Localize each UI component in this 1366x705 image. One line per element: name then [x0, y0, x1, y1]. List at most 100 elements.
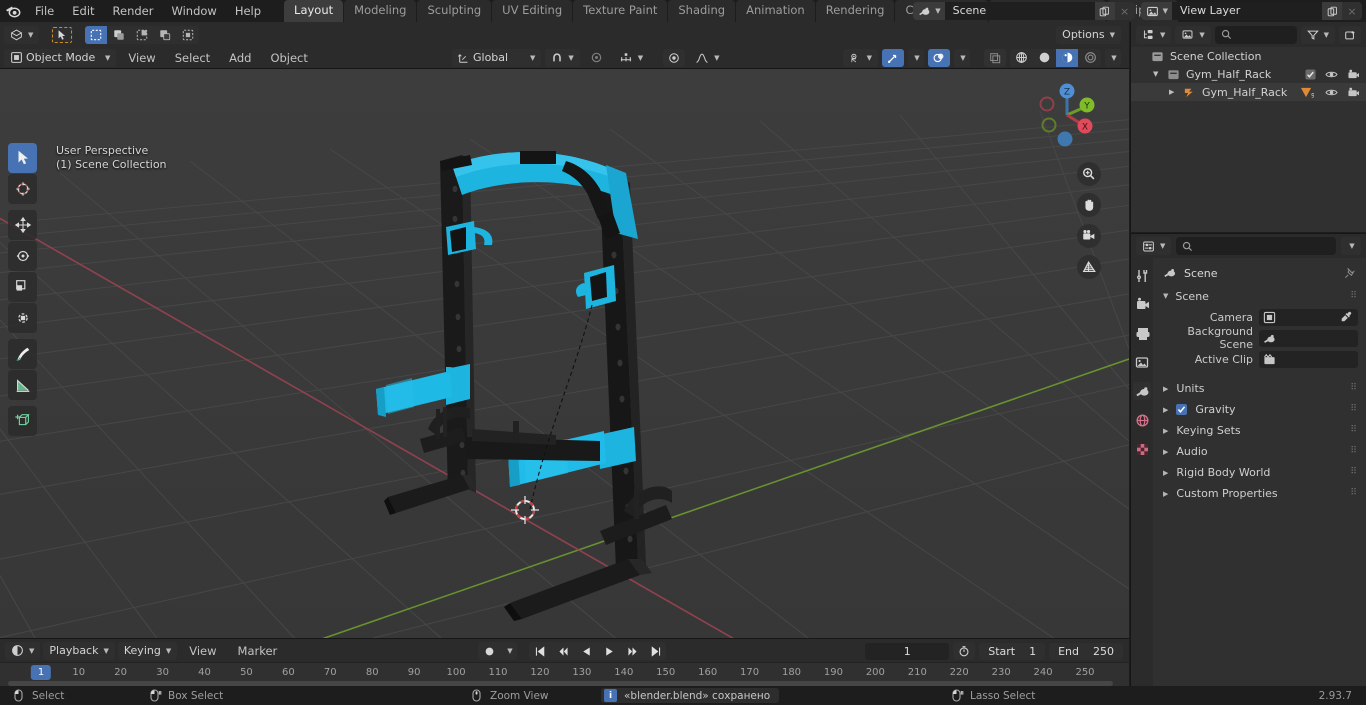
- auto-keying-options-button[interactable]: ▼: [501, 642, 517, 660]
- scene-tab[interactable]: [1133, 382, 1151, 400]
- object-visibility-button[interactable]: ▼: [842, 48, 878, 67]
- panel-audio[interactable]: ▶ Audio ⠿: [1153, 441, 1366, 462]
- outliner-new-collection-button[interactable]: [1339, 25, 1361, 44]
- tool-tab[interactable]: [1133, 266, 1151, 284]
- modifier-badge[interactable]: 9: [1299, 86, 1314, 99]
- disable-in-renders-camera-icon[interactable]: [1347, 87, 1360, 98]
- outliner-row-gym-half-rack-2[interactable]: ▶ Gym_Half_Rack 9: [1131, 83, 1366, 101]
- timeline-menu-keying[interactable]: Keying ▼: [117, 641, 178, 660]
- toggle-perspective-button[interactable]: [1077, 255, 1101, 279]
- property-value-field[interactable]: [1259, 329, 1358, 347]
- top-menu-help[interactable]: Help: [226, 1, 270, 21]
- shading-wireframe-button[interactable]: [1010, 49, 1032, 67]
- unlink-scene-button[interactable]: ×: [1114, 2, 1135, 20]
- panel-custom-properties[interactable]: ▶ Custom Properties ⠿: [1153, 483, 1366, 504]
- move-tool[interactable]: [8, 210, 37, 240]
- properties-editor-type-button[interactable]: ▼: [1136, 237, 1172, 255]
- top-menu-file[interactable]: File: [26, 1, 63, 21]
- top-menu-edit[interactable]: Edit: [63, 1, 103, 21]
- viewport-menu-view[interactable]: View: [119, 48, 164, 68]
- gizmo-options-button[interactable]: ▼: [908, 48, 924, 67]
- property-value-field[interactable]: [1259, 308, 1358, 326]
- blender-logo-icon[interactable]: [0, 3, 26, 19]
- remove-view-layer-button[interactable]: ×: [1342, 2, 1362, 20]
- select-difference-button[interactable]: [154, 26, 176, 44]
- disable-in-renders-camera-icon[interactable]: [1347, 69, 1360, 80]
- outliner-display-mode-button[interactable]: ▼: [1175, 25, 1211, 44]
- overlays-options-button[interactable]: ▼: [954, 48, 970, 67]
- scene-panel-header[interactable]: ▼ Scene ⠿: [1153, 286, 1366, 306]
- use-preview-range-button[interactable]: [953, 642, 976, 660]
- timeline-menu-marker[interactable]: Marker: [229, 641, 287, 661]
- mode-selector[interactable]: Object Mode ▼: [4, 48, 117, 67]
- outliner-editor-type-button[interactable]: ▼: [1136, 25, 1172, 44]
- panel-enable-checkbox[interactable]: [1176, 404, 1188, 415]
- play-reverse-button[interactable]: [575, 642, 597, 660]
- show-overlays-button[interactable]: [928, 48, 950, 67]
- viewport-menu-add[interactable]: Add: [220, 48, 260, 68]
- outliner-filter-button[interactable]: ▼: [1300, 25, 1335, 44]
- timeline-menu-view[interactable]: View: [180, 641, 225, 661]
- auto-keying-button[interactable]: [478, 642, 500, 660]
- scene-selector[interactable]: ▼ Scene ×: [913, 2, 1135, 20]
- scene-name[interactable]: Scene: [944, 2, 1095, 20]
- view-layer-tab[interactable]: [1133, 353, 1151, 371]
- hide-in-viewport-eye-icon[interactable]: [1325, 69, 1338, 80]
- pin-icon[interactable]: [1343, 267, 1356, 280]
- tweak-tool[interactable]: [8, 143, 37, 173]
- disclosure-triangle-icon[interactable]: ▼: [1153, 70, 1167, 78]
- cursor-tool[interactable]: [8, 174, 37, 204]
- properties-options-button[interactable]: ▼: [1341, 237, 1361, 255]
- select-extend-button[interactable]: [108, 26, 130, 44]
- top-menu-render[interactable]: Render: [104, 1, 163, 21]
- scene-icon[interactable]: ▼: [913, 2, 945, 20]
- new-scene-button[interactable]: [1094, 2, 1115, 20]
- workspace-tab-animation[interactable]: Animation: [736, 0, 815, 22]
- previous-keyframe-button[interactable]: [552, 642, 574, 660]
- timeline-editor-type-button[interactable]: ▼: [5, 641, 41, 660]
- panel-units[interactable]: ▶ Units ⠿: [1153, 378, 1366, 399]
- workspace-tab-layout[interactable]: Layout: [284, 0, 344, 22]
- add-cube-tool[interactable]: [8, 406, 37, 436]
- toggle-xray-button[interactable]: [984, 48, 1006, 67]
- shading-material-preview-button[interactable]: [1056, 48, 1078, 67]
- jump-to-start-button[interactable]: [529, 642, 551, 660]
- workspace-tab-shading[interactable]: Shading: [668, 0, 736, 22]
- timeline-ruler[interactable]: 10 20 30 40 50 60 70 80 90 100 110 120 130 140 150 160 1…: [0, 662, 1129, 687]
- panel-gravity[interactable]: ▶ Gravity ⠿: [1153, 399, 1366, 420]
- timeline-playhead[interactable]: 1: [30, 665, 52, 680]
- properties-search-input[interactable]: [1176, 237, 1336, 255]
- proportional-editing-toggle[interactable]: [663, 48, 686, 67]
- workspace-tab-uv-editing[interactable]: UV Editing: [492, 0, 573, 22]
- top-menu-window[interactable]: Window: [162, 1, 225, 21]
- new-view-layer-button[interactable]: [1322, 2, 1342, 20]
- disclosure-triangle-icon[interactable]: ▶: [1169, 88, 1183, 96]
- next-keyframe-button[interactable]: [621, 642, 643, 660]
- jump-to-end-button[interactable]: [644, 642, 666, 660]
- navigation-gizmo[interactable]: Z Y X: [1029, 77, 1105, 153]
- start-frame-field[interactable]: Start 1: [979, 642, 1046, 660]
- snap-increments-button[interactable]: ▼: [613, 49, 649, 67]
- timeline-menu-playback[interactable]: Playback ▼: [43, 641, 115, 660]
- workspace-tab-modeling[interactable]: Modeling: [344, 0, 417, 22]
- scale-tool[interactable]: [8, 272, 37, 302]
- outliner-row-scene collection-0[interactable]: Scene Collection: [1131, 47, 1366, 65]
- zoom-view-button[interactable]: [1077, 162, 1101, 186]
- texture-tab[interactable]: [1133, 440, 1151, 458]
- viewport-canvas[interactable]: User Perspective (1) Scene Collection Z …: [0, 69, 1129, 638]
- view-layer-icon[interactable]: ▼: [1140, 2, 1172, 20]
- transform-tool[interactable]: [8, 303, 37, 333]
- editor-type-button[interactable]: ▼: [4, 25, 40, 44]
- rotate-tool[interactable]: [8, 241, 37, 271]
- select-intersect-button[interactable]: [177, 26, 199, 44]
- shading-rendered-button[interactable]: [1079, 49, 1101, 67]
- property-value-field[interactable]: [1259, 350, 1358, 368]
- falloff-type-button[interactable]: ▼: [689, 49, 725, 67]
- end-frame-field[interactable]: End 250: [1049, 642, 1123, 660]
- viewport-options-button[interactable]: Options ▼: [1056, 25, 1121, 44]
- outliner-row-gym-half-rack-1[interactable]: ▼ Gym_Half_Rack: [1131, 65, 1366, 83]
- show-gizmo-button[interactable]: [882, 48, 904, 67]
- hide-in-viewport-eye-icon[interactable]: [1325, 87, 1338, 98]
- workspace-tab-rendering[interactable]: Rendering: [815, 0, 895, 22]
- render-tab[interactable]: [1133, 295, 1151, 313]
